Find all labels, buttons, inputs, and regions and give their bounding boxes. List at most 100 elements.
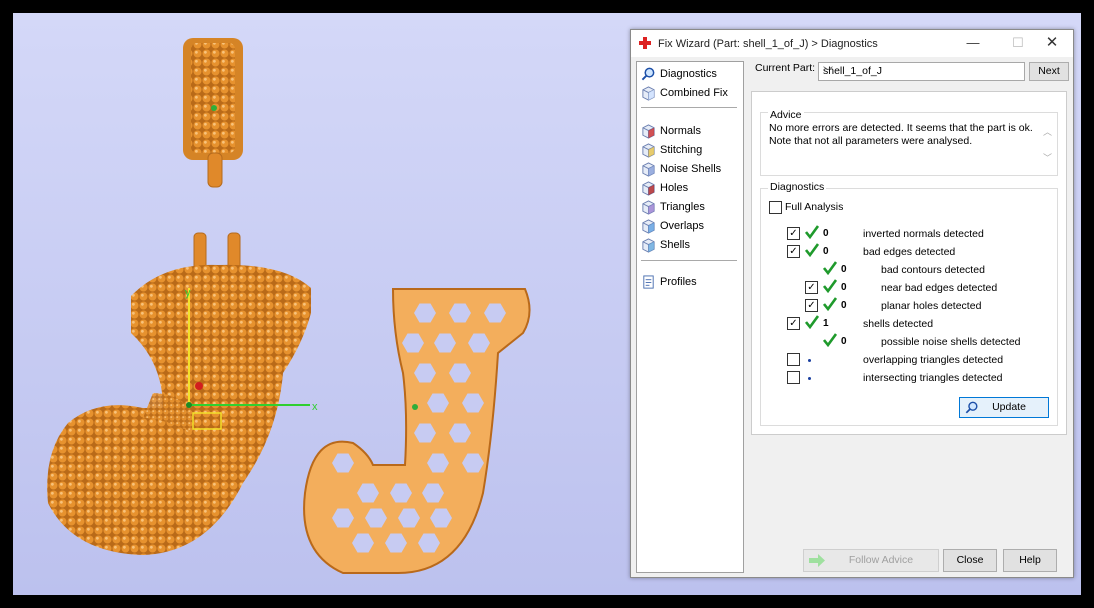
sidebar-item-overlaps[interactable]: Overlaps: [641, 217, 741, 235]
minimize-button[interactable]: —: [962, 33, 984, 53]
diag-row-label: near bad edges detected: [881, 282, 998, 294]
shells-cube-icon: [642, 237, 655, 253]
advice-title: Advice: [768, 109, 804, 121]
diag-row-label: intersecting triangles detected: [863, 372, 1003, 384]
sidebar-item-label: Noise Shells: [660, 163, 722, 175]
document-icon: [643, 274, 654, 289]
maximize-button[interactable]: ☐: [1007, 33, 1029, 53]
sidebar-separator: [641, 107, 737, 108]
follow-advice-button[interactable]: Follow Advice: [803, 549, 939, 572]
sidebar-item-profiles[interactable]: Profiles: [641, 273, 741, 291]
scroll-down-icon[interactable]: ﹀: [1043, 151, 1052, 164]
filigree-j-model: [303, 288, 531, 574]
full-analysis-checkbox[interactable]: [769, 201, 782, 214]
checkmark-icon: [823, 333, 837, 347]
current-part-label: Current Part:: [755, 62, 816, 74]
diag-row-count: 0: [841, 300, 847, 311]
diag-row-label: inverted normals detected: [863, 228, 984, 240]
checkmark-icon: [823, 279, 837, 293]
close-button[interactable]: Close: [943, 549, 997, 572]
noise-shells-cube-icon: [642, 161, 655, 177]
close-window-button[interactable]: ✕: [1041, 33, 1063, 53]
sidebar-item-label: Diagnostics: [660, 68, 717, 80]
diag-row-label: shells detected: [863, 318, 934, 330]
x-axis-label: x: [312, 401, 318, 413]
diag-row-checkbox[interactable]: ✓: [787, 245, 800, 258]
arrow-right-icon: [809, 554, 825, 567]
holes-cube-icon: [642, 180, 655, 196]
checkmark-icon: [805, 315, 819, 329]
sidebar-item-label: Shells: [660, 239, 690, 251]
diag-row-checkbox[interactable]: [787, 371, 800, 384]
sidebar-item-combined-fix[interactable]: Combined Fix: [641, 84, 741, 102]
diag-row-count: 1: [823, 318, 829, 329]
sidebar-item-holes[interactable]: Holes: [641, 179, 741, 197]
title-bar[interactable]: Fix Wizard (Part: shell_1_of_J) > Diagno…: [631, 30, 1073, 57]
triangles-cube-icon: [642, 199, 655, 215]
sidebar-item-label: Holes: [660, 182, 689, 194]
beaded-j-model: [47, 232, 312, 555]
diag-row-label: planar holes detected: [881, 300, 982, 312]
magnifier-icon: [965, 401, 978, 414]
sidebar-item-diagnostics[interactable]: Diagnostics: [641, 65, 741, 83]
wizard-sidebar: Diagnostics Combined Fix Normals Stitching N…: [636, 61, 744, 573]
stitching-cube-icon: [642, 142, 655, 158]
magnifier-icon: [641, 67, 655, 80]
sidebar-item-stitching[interactable]: Stitching: [641, 141, 741, 159]
update-button[interactable]: Update: [959, 397, 1049, 418]
follow-advice-label: Follow Advice: [848, 554, 914, 566]
diag-row-count: 0: [841, 336, 847, 347]
sidebar-item-shells[interactable]: Shells: [641, 236, 741, 254]
fix-wizard-dialog: Fix Wizard (Part: shell_1_of_J) > Diagno…: [630, 29, 1074, 578]
red-cross-icon: [639, 37, 651, 49]
advice-group: No more errors are detected. It seems th…: [760, 112, 1058, 176]
sidebar-item-noise-shells[interactable]: Noise Shells: [641, 160, 741, 178]
diag-row-count: 0: [841, 264, 847, 275]
diag-row-checkbox[interactable]: ✓: [787, 227, 800, 240]
diag-row-label: bad contours detected: [881, 264, 985, 276]
checkmark-icon: [823, 297, 837, 311]
scroll-up-icon[interactable]: ︿: [1043, 125, 1052, 138]
diag-row-checkbox[interactable]: ✓: [787, 317, 800, 330]
diagnostics-group: Full Analysis ✓ 0 inverted normals detected…: [760, 188, 1058, 426]
pivot-marker-top: [211, 105, 217, 111]
sidebar-item-label: Overlaps: [660, 220, 705, 232]
normals-cube-icon: [642, 123, 655, 139]
overlaps-cube-icon: [642, 218, 655, 234]
sidebar-item-triangles[interactable]: Triangles: [641, 198, 741, 216]
main-panel: No more errors are detected. It seems th…: [751, 91, 1067, 435]
diag-row-checkbox[interactable]: ✓: [805, 281, 818, 294]
sidebar-item-label: Normals: [660, 125, 701, 137]
sidebar-item-label: Profiles: [660, 276, 697, 288]
diag-row-checkbox[interactable]: [787, 353, 800, 366]
pending-dot-icon: [808, 377, 811, 380]
cube-icon: [642, 85, 655, 101]
sidebar-separator: [641, 260, 737, 261]
help-button[interactable]: Help: [1003, 549, 1057, 572]
chevron-down-icon: ﹀: [823, 67, 833, 78]
advice-line-2: Note that not all parameters were analys…: [769, 135, 973, 147]
checkmark-icon: [805, 225, 819, 239]
pending-dot-icon: [808, 359, 811, 362]
sidebar-item-label: Combined Fix: [660, 87, 728, 99]
update-label: Update: [992, 401, 1026, 413]
diag-row-label: possible noise shells detected: [881, 336, 1021, 348]
next-button[interactable]: Next: [1029, 62, 1069, 81]
bail-top-view: [183, 38, 243, 188]
sidebar-item-label: Triangles: [660, 201, 705, 213]
diag-row-count: 0: [823, 246, 829, 257]
diag-row-count: 0: [841, 282, 847, 293]
window-title: Fix Wizard (Part: shell_1_of_J) > Diagno…: [658, 38, 878, 50]
checkmark-icon: [805, 243, 819, 257]
diag-row-checkbox[interactable]: ✓: [805, 299, 818, 312]
y-axis-label: y: [185, 287, 191, 299]
current-part-select[interactable]: shell_1_of_J ﹀: [818, 62, 1025, 81]
diag-row-count: 0: [823, 228, 829, 239]
diagnostics-title: Diagnostics: [768, 181, 827, 193]
diag-row-label: overlapping triangles detected: [863, 354, 1004, 366]
full-analysis-label: Full Analysis: [785, 201, 844, 213]
advice-line-1: No more errors are detected. It seems th…: [769, 122, 1033, 134]
sidebar-item-label: Stitching: [660, 144, 703, 156]
sidebar-item-normals[interactable]: Normals: [641, 122, 741, 140]
checkmark-icon: [823, 261, 837, 275]
